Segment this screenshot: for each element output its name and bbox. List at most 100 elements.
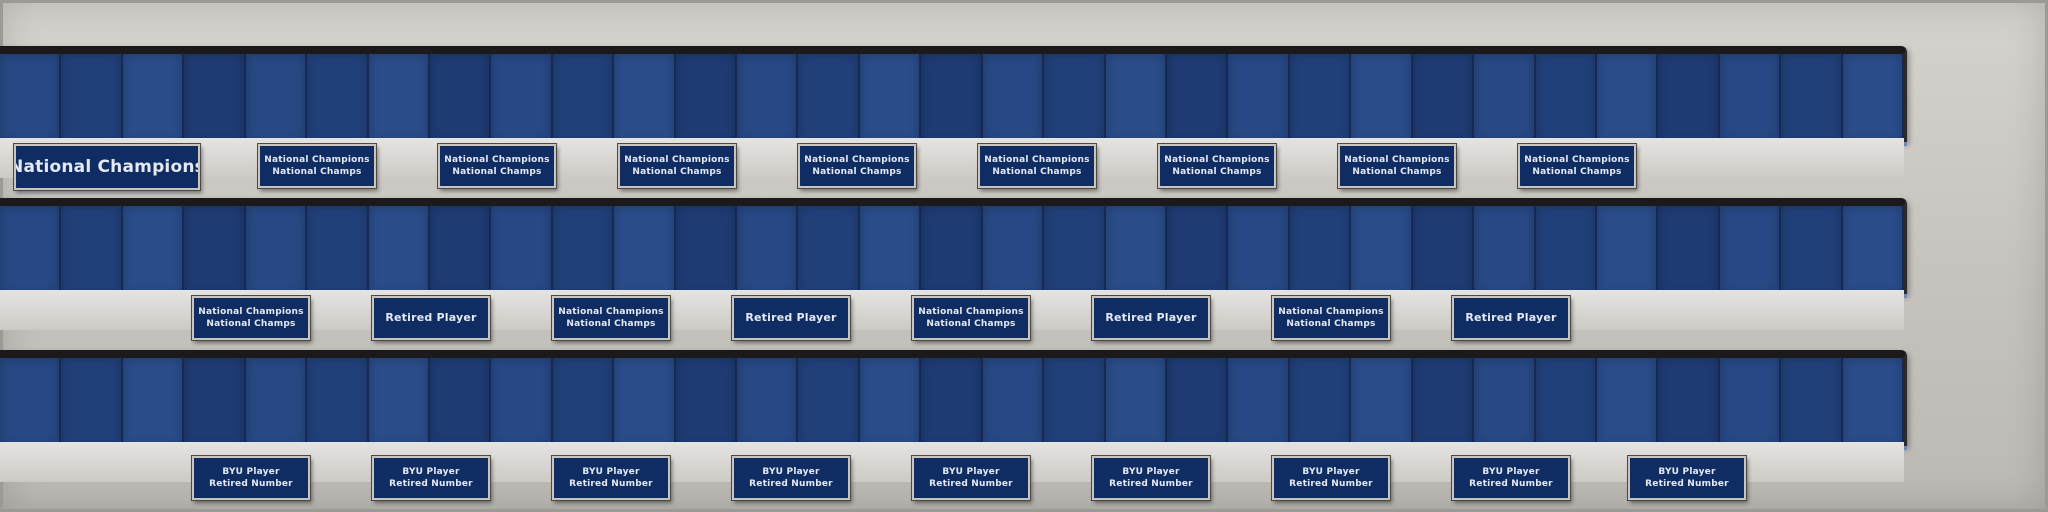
banner-panel: [1535, 358, 1597, 446]
banner-panel: [614, 358, 676, 446]
banner-panel: [1658, 54, 1720, 142]
banner-panel: [0, 54, 62, 142]
plaque-text: National Champions: [14, 157, 200, 177]
banner-panel: [675, 206, 738, 294]
banner-panel: [1719, 54, 1782, 142]
plaque-text: National Champs: [1352, 167, 1442, 177]
plaque-text: Retired Player: [385, 311, 477, 324]
plaque: BYU Player Retired Number: [911, 455, 1031, 501]
banner-panel: [982, 54, 1045, 142]
banner-panel: [1044, 206, 1106, 294]
banner-row-3: [0, 350, 1907, 446]
plaque-text: National Champions: [1278, 307, 1384, 317]
banner-panel: [982, 206, 1045, 294]
plaque-text: Retired Number: [1469, 479, 1553, 489]
banner-panel: [1351, 54, 1413, 142]
banner-panel: [1781, 358, 1843, 446]
banner-panel: [1289, 206, 1352, 294]
banner-panel: [1842, 54, 1905, 142]
banner-panel: [491, 358, 553, 446]
banner-panel: [122, 358, 185, 446]
banner-panel: [1351, 206, 1413, 294]
banner-panel: [1167, 54, 1229, 142]
banner-panel: [614, 54, 676, 142]
plaque-text: National Champions: [264, 155, 370, 165]
plaque: BYU Player Retired Number: [1091, 455, 1211, 501]
banner-panel: [1719, 358, 1782, 446]
plaque: National Champions National Champs: [617, 143, 737, 189]
banner-panel: [429, 206, 492, 294]
banner-panel: [1474, 358, 1536, 446]
banner-panel: [921, 358, 983, 446]
banner-panel: [245, 54, 308, 142]
plaque-text: National Champs: [992, 167, 1082, 177]
banner-panel: [184, 358, 246, 446]
plaque-text: Retired Number: [569, 479, 653, 489]
banner-panel: [368, 54, 430, 142]
plaque-text: BYU Player: [762, 467, 820, 477]
plaque-text: BYU Player: [1658, 467, 1716, 477]
plaque-text: National Champs: [1532, 167, 1622, 177]
plaque-text: National Champs: [272, 167, 362, 177]
banner-panel: [1228, 54, 1290, 142]
plaque-text: National Champs: [812, 167, 902, 177]
banner-panel: [429, 358, 492, 446]
banner-panel: [368, 206, 430, 294]
banner-panel: [61, 206, 123, 294]
banner-panel: [1044, 358, 1106, 446]
plaque: National Champions: [13, 143, 201, 191]
banner-panel: [675, 54, 738, 142]
plaque-text: National Champions: [1164, 155, 1270, 165]
banner-panel: [921, 54, 983, 142]
plaque-text: National Champions: [1344, 155, 1450, 165]
banner-panel: [1412, 358, 1475, 446]
banner-panel: [1289, 358, 1352, 446]
plaque-text: Retired Number: [929, 479, 1013, 489]
banner-panel: [184, 54, 246, 142]
banner-panel: [491, 206, 553, 294]
banner-panel: [1105, 358, 1168, 446]
banner-panel: [122, 54, 185, 142]
plaque-text: Retired Player: [1105, 311, 1197, 324]
banner-panel: [1412, 206, 1475, 294]
plaque: BYU Player Retired Number: [1627, 455, 1747, 501]
banner-panel: [1105, 54, 1168, 142]
plaque-text: National Champions: [1524, 155, 1630, 165]
plaque-text: Retired Number: [1289, 479, 1373, 489]
plaque: National Champions National Champs: [1517, 143, 1637, 189]
plaque: Retired Player: [731, 295, 851, 341]
banner-panel: [675, 358, 738, 446]
banner-panel: [1596, 54, 1659, 142]
banner-panel: [307, 54, 369, 142]
banner-panel: [737, 206, 799, 294]
plaque-text: BYU Player: [402, 467, 460, 477]
banner-panel: [1289, 54, 1352, 142]
plaque-text: BYU Player: [1122, 467, 1180, 477]
banner-panel: [1167, 206, 1229, 294]
banner-panel: [737, 54, 799, 142]
plaque-text: National Champs: [1172, 167, 1262, 177]
plaque: National Champions National Champs: [797, 143, 917, 189]
banner-panel: [552, 206, 615, 294]
banner-panel: [429, 54, 492, 142]
banner-panel: [61, 54, 123, 142]
plaque-text: National Champions: [804, 155, 910, 165]
plaque-text: National Champs: [452, 167, 542, 177]
plaque-text: National Champions: [918, 307, 1024, 317]
plaque: National Champions National Champs: [1337, 143, 1457, 189]
banner-panel: [1351, 358, 1413, 446]
honor-wall: National Champions National Champions Nati…: [0, 0, 2048, 512]
banner-panel: [1167, 358, 1229, 446]
banner-panel: [307, 358, 369, 446]
banner-panel: [1105, 206, 1168, 294]
banner-panel: [982, 358, 1045, 446]
plaque-text: National Champions: [558, 307, 664, 317]
plaque-text: BYU Player: [222, 467, 280, 477]
plaque: BYU Player Retired Number: [1271, 455, 1391, 501]
banner-panel: [552, 358, 615, 446]
plaque-text: National Champions: [198, 307, 304, 317]
banner-panel: [491, 54, 553, 142]
plaque-text: BYU Player: [942, 467, 1000, 477]
plaque: National Champions National Champs: [437, 143, 557, 189]
plaque: BYU Player Retired Number: [551, 455, 671, 501]
